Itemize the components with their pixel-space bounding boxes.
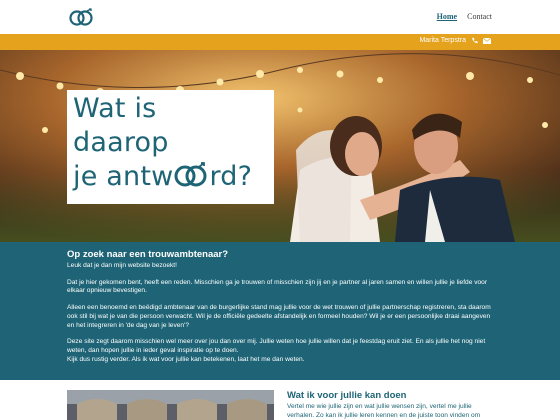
phone-icon[interactable] <box>471 37 478 44</box>
hero-line-2: daarop <box>73 127 169 158</box>
hero-headline-card: Wat is daarop je antw rd? <box>67 90 274 204</box>
nav-contact-link[interactable]: Contact <box>467 12 492 21</box>
hero-line-3-start: je antw <box>73 161 174 192</box>
contact-name: Marita Terpstra <box>419 37 466 44</box>
main-nav: Home Contact <box>437 12 492 21</box>
site-header: Home Contact <box>0 0 560 34</box>
services-title: Wat ik voor jullie kan doen <box>287 390 407 401</box>
intro-section: Op zoek naar een trouwambtenaar? Leuk da… <box>0 242 560 380</box>
hero-banner: Wat is daarop je antw rd? <box>0 50 560 242</box>
intro-paragraph-2: Dat je hier gekomen bent, heeft een rede… <box>67 278 488 295</box>
wedding-rings-icon <box>174 162 207 187</box>
intro-paragraph-4: Deze site zegt daarom misschien wel meer… <box>67 338 486 354</box>
nav-home-link[interactable]: Home <box>437 12 457 21</box>
intro-title: Op zoek naar een trouwambtenaar? <box>67 249 229 260</box>
contact-bar: Marita Terpstra <box>0 34 560 50</box>
wedding-rings-icon[interactable] <box>68 8 94 26</box>
services-section: Wat ik voor jullie kan doen Vertel me wi… <box>0 380 560 420</box>
hero-line-1: Wat is <box>73 93 157 124</box>
services-text: Vertel me wie jullie zijn en wat jullie … <box>287 403 481 419</box>
venue-photo <box>67 390 274 420</box>
intro-paragraph-3: Alleen een benoemd en beëdigd ambtenaar … <box>67 304 491 329</box>
hero-line-3-end: rd? <box>209 161 253 192</box>
mail-icon[interactable] <box>483 37 491 44</box>
hero-line-3: je antw rd? <box>73 160 274 194</box>
intro-paragraph-1: Leuk dat je dan mijn website bezoekt! <box>67 262 177 269</box>
intro-paragraph-5: Kijk dus rustig verder. Als ik wat voor … <box>67 355 305 363</box>
